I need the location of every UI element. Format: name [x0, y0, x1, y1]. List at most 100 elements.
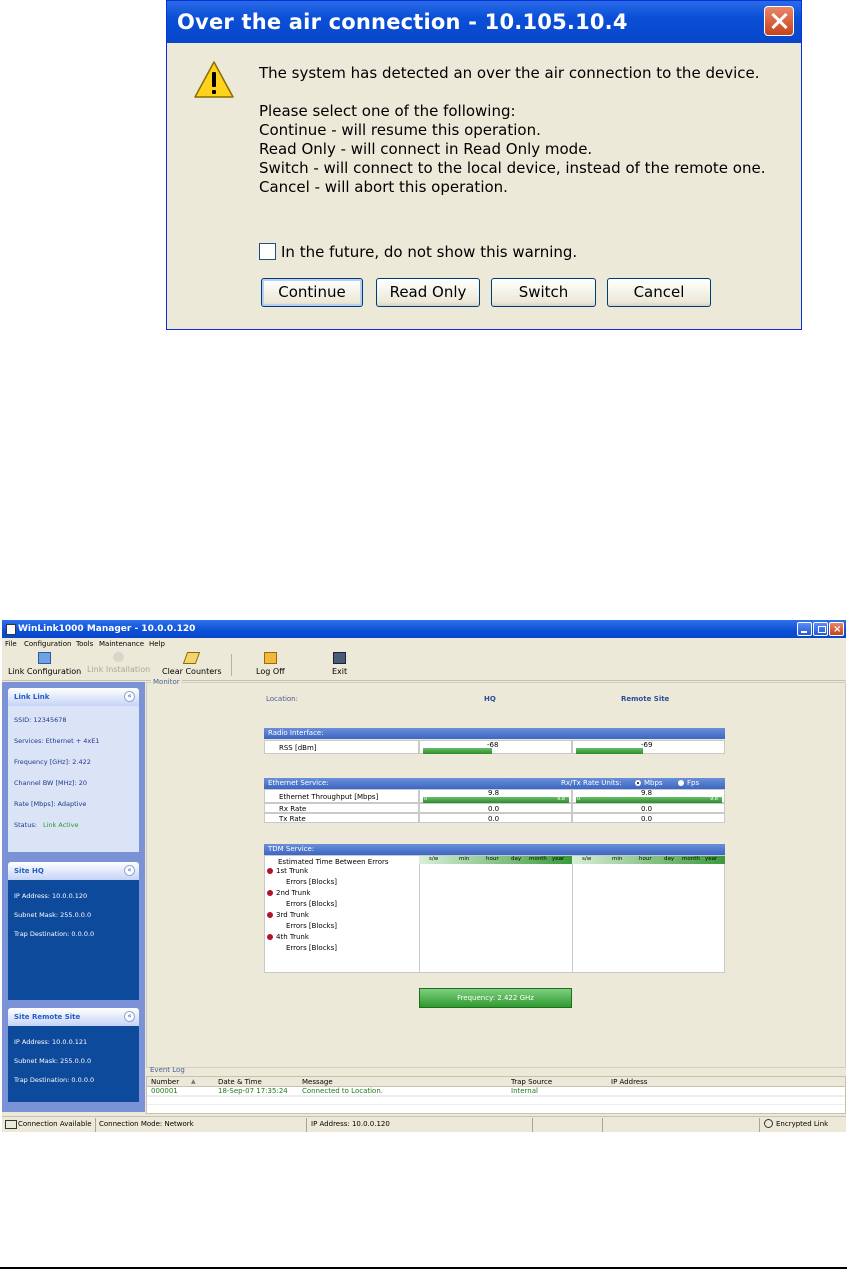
tx-remote-cell: 0.0: [572, 813, 725, 823]
table-row[interactable]: 000001 18-Sep-07 17:35:24 Connected to L…: [147, 1086, 845, 1096]
app-icon: [6, 624, 16, 635]
status-divider: [306, 1118, 307, 1132]
menu-maintenance[interactable]: Maintenance: [99, 640, 144, 648]
fps-radio[interactable]: [678, 780, 684, 786]
radio-interface-header: Radio Interface:: [264, 728, 725, 739]
do-not-show-checkbox[interactable]: [259, 243, 276, 260]
dialog-title-bar[interactable]: Over the air connection - 10.105.10.4: [167, 1, 801, 43]
app-title: WinLink1000 Manager - 10.0.0.120: [18, 624, 196, 634]
rate-units-label: Rx/Tx Rate Units:: [561, 779, 622, 787]
ethernet-service-title: Ethernet Service:: [268, 779, 329, 787]
cell-date: 18-Sep-07 17:35:24: [218, 1087, 288, 1095]
mbps-radio[interactable]: [635, 780, 641, 786]
frequency-button[interactable]: Frequency: 2.422 GHz: [419, 988, 572, 1008]
dialog-message-line: Cancel - will abort this operation.: [259, 178, 508, 196]
column-header[interactable]: Trap Source: [511, 1078, 552, 1086]
tdm-service-title: TDM Service:: [268, 845, 315, 853]
errors-label: Errors [Blocks]: [286, 878, 337, 886]
link-installation-label: Link Installation: [87, 665, 151, 674]
hq-column-label: HQ: [484, 695, 496, 703]
scale-label: hour: [639, 856, 652, 862]
lock-icon: [764, 1119, 773, 1128]
exit-button[interactable]: Exit: [332, 652, 347, 676]
site-hq-header[interactable]: Site HQ «: [8, 862, 139, 880]
scale-label: hour: [486, 856, 499, 862]
tdm-table: [264, 855, 725, 973]
mbps-label[interactable]: Mbps: [644, 779, 663, 787]
scale-label: month: [529, 856, 547, 862]
encrypted-link-status: Encrypted Link: [776, 1120, 829, 1128]
event-log-table: Number ▲ Date & Time Message Trap Source…: [146, 1076, 846, 1114]
close-icon[interactable]: [764, 6, 794, 36]
column-header[interactable]: Date & Time: [218, 1078, 262, 1086]
remote-column-label: Remote Site: [621, 695, 670, 703]
tx-hq-value: 0.0: [488, 815, 500, 823]
rss-hq-cell: -68: [419, 740, 572, 754]
hq-mask-text: Subnet Mask: 255.0.0.0: [14, 911, 92, 919]
read-only-button[interactable]: Read Only: [376, 278, 480, 307]
rate-text: Rate [Mbps]: Adaptive: [14, 800, 87, 808]
eth-hq-scale-max: 9.8: [557, 796, 565, 802]
remote-trap-text: Trap Destination: 0.0.0.0: [14, 1076, 95, 1084]
trunk-status-icon: [267, 868, 273, 874]
cancel-button[interactable]: Cancel: [607, 278, 711, 307]
monitor-group: Monitor Location: HQ Remote Site Radio I…: [146, 678, 846, 1068]
collapse-icon[interactable]: «: [124, 691, 135, 702]
menu-bar: File Configuration Tools Maintenance Hel…: [2, 638, 846, 650]
dialog-message-line: Continue - will resume this operation.: [259, 121, 541, 139]
eth-hq-value: 9.8: [488, 789, 500, 797]
cell-trap-source: Internal: [511, 1087, 538, 1095]
collapse-icon[interactable]: «: [124, 1011, 135, 1022]
column-header[interactable]: IP Address: [611, 1078, 647, 1086]
hq-trap-text: Trap Destination: 0.0.0.0: [14, 930, 95, 938]
site-remote-header[interactable]: Site Remote Site «: [8, 1008, 139, 1026]
rss-label-cell: RSS [dBm]: [264, 740, 419, 754]
restore-icon[interactable]: [813, 622, 828, 636]
app-title-bar[interactable]: WinLink1000 Manager - 10.0.0.120 ×: [2, 620, 846, 638]
event-log-label: Event Log: [150, 1066, 185, 1074]
column-header[interactable]: Number: [151, 1078, 179, 1086]
clear-counters-button[interactable]: Clear Counters: [162, 652, 222, 676]
log-off-icon: [263, 652, 277, 664]
link-panel-title: Link Link: [14, 693, 50, 701]
link-configuration-button[interactable]: Link Configuration: [8, 652, 81, 676]
do-not-show-label[interactable]: In the future, do not show this warning.: [281, 243, 577, 261]
etbe-hq-scale: s/w min hour day month year: [419, 856, 572, 864]
status-value: Link Active: [43, 821, 79, 829]
switch-button[interactable]: Switch: [491, 278, 596, 307]
menu-file[interactable]: File: [5, 640, 17, 648]
log-off-button[interactable]: Log Off: [256, 652, 285, 676]
eth-throughput-label-cell: Ethernet Throughput [Mbps]: [264, 789, 419, 803]
continue-button[interactable]: Continue: [261, 278, 363, 307]
eraser-icon: [183, 652, 201, 664]
link-installation-button[interactable]: Link Installation: [87, 652, 150, 674]
status-ip: IP Address: 10.0.0.120: [311, 1120, 390, 1128]
link-panel-header[interactable]: Link Link «: [8, 688, 139, 706]
menu-tools[interactable]: Tools: [76, 640, 93, 648]
menu-help[interactable]: Help: [149, 640, 165, 648]
column-header[interactable]: Message: [302, 1078, 333, 1086]
sort-ascending-icon[interactable]: ▲: [191, 1078, 196, 1085]
clear-counters-label: Clear Counters: [162, 667, 222, 676]
eth-remote-value: 9.8: [641, 789, 653, 797]
status-divider: [532, 1118, 533, 1132]
cell-message: Connected to Location.: [302, 1087, 384, 1095]
tdm-service-header: TDM Service:: [264, 844, 725, 855]
errors-label: Errors [Blocks]: [286, 922, 337, 930]
rss-hq-bar: [423, 748, 492, 754]
status-label: Status:: [14, 821, 37, 829]
menu-configuration[interactable]: Configuration: [24, 640, 71, 648]
fps-label[interactable]: Fps: [687, 779, 699, 787]
eth-hq-scale-min: 0: [424, 796, 428, 802]
dialog-message-line: The system has detected an over the air …: [259, 64, 760, 82]
ethernet-service-header: Ethernet Service: Rx/Tx Rate Units: Mbps…: [264, 778, 725, 789]
etbe-remote-scale: s/w min hour day month year: [572, 856, 725, 864]
channel-bw-text: Channel BW [MHz]: 20: [14, 779, 87, 787]
scale-label: min: [459, 856, 470, 862]
minimize-icon[interactable]: [797, 622, 812, 636]
status-divider: [95, 1118, 96, 1132]
collapse-icon[interactable]: «: [124, 865, 135, 876]
site-hq-title: Site HQ: [14, 867, 44, 875]
close-icon[interactable]: ×: [829, 622, 844, 636]
scale-label: s/w: [582, 856, 592, 862]
